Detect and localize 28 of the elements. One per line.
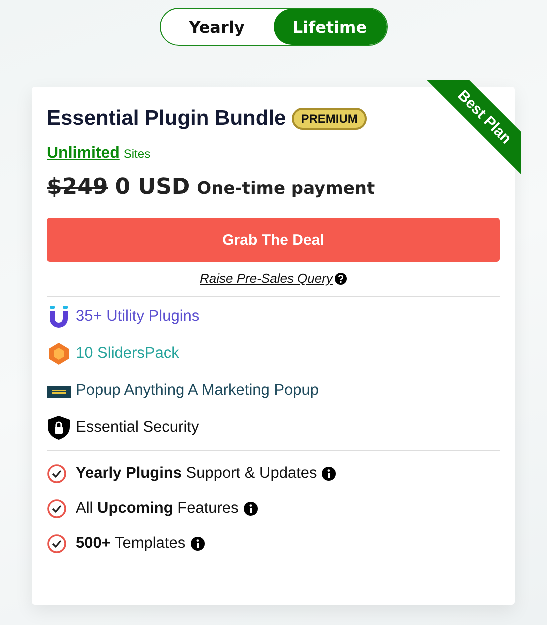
hexagon-icon (47, 342, 71, 366)
shield-lock-icon (47, 416, 71, 440)
feature-text: All Upcoming Features (76, 500, 239, 518)
info-icon[interactable] (190, 537, 205, 551)
unlimited-link[interactable]: Unlimited (47, 145, 120, 163)
plan-tab[interactable]: Lifetime (274, 9, 386, 45)
check-circle-icon (47, 499, 67, 519)
product-label: 10 SlidersPack (76, 345, 180, 363)
help-icon[interactable] (334, 272, 347, 284)
sites-label: Sites (124, 147, 151, 161)
grab-deal-button[interactable]: Grab The Deal (47, 218, 500, 262)
payment-note: One-time payment (197, 179, 376, 199)
feature-text: 500+ Templates (76, 535, 186, 553)
query-link[interactable]: Raise Pre-Sales Query (200, 271, 333, 286)
old-price: $249 (47, 175, 108, 200)
plan-tab[interactable]: Yearly (160, 9, 274, 45)
info-icon[interactable] (322, 467, 336, 481)
check-circle-icon (47, 464, 67, 484)
u-icon (47, 305, 71, 329)
premium-badge: PREMIUM (292, 108, 367, 130)
product-label: Essential Security (76, 419, 200, 437)
check-circle-icon (47, 534, 67, 554)
product-label: Popup Anything A Marketing Popup (76, 382, 320, 400)
plan-title: Essential Plugin Bundle (47, 107, 286, 131)
feature-text: Yearly Plugins Support & Updates (76, 465, 318, 483)
product-label: 35+ Utility Plugins (76, 308, 200, 326)
current-price: 0 USD (115, 175, 190, 200)
info-icon[interactable] (244, 502, 258, 516)
